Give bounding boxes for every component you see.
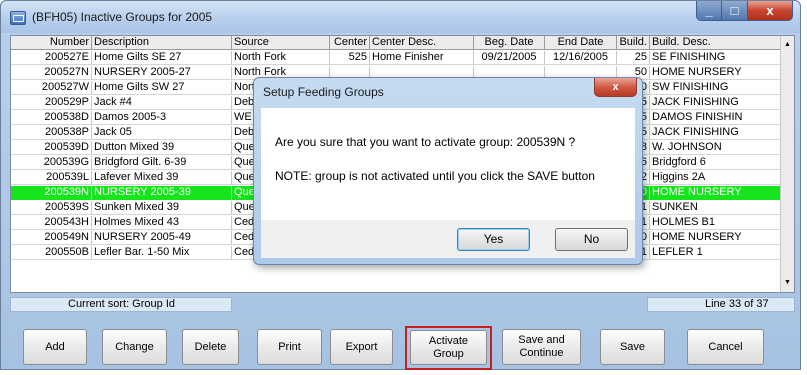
cell-number: 200539D: [11, 141, 92, 155]
cell-build-desc: W. JOHNSON: [650, 141, 781, 155]
cell-description: Home Gilts SW 27: [92, 81, 232, 95]
vertical-scrollbar[interactable]: ▲ ▼: [780, 36, 794, 292]
confirm-dialog: Setup Feeding Groups x Are you sure that…: [253, 77, 643, 265]
cell-number: 200539S: [11, 201, 92, 215]
grid-header: Number Description Source Center Center …: [11, 36, 781, 50]
scroll-up-icon[interactable]: ▲: [782, 38, 793, 52]
cell-number: 200527E: [11, 51, 92, 65]
delete-button[interactable]: Delete: [182, 329, 239, 365]
cell-number: 200529P: [11, 96, 92, 110]
table-row[interactable]: 200527E Home Gilts SE 27 North Fork 525 Home…: [11, 51, 781, 65]
cell-number: 200539G: [11, 156, 92, 170]
cell-description: Jack #4: [92, 96, 232, 110]
cell-number: 200549N: [11, 231, 92, 245]
cell-build-desc: HOME NURSERY: [650, 66, 781, 80]
current-sort-status: Current sort: Group Id: [10, 297, 232, 312]
cell-build: 25: [617, 51, 650, 65]
cell-build-desc: JACK FINISHING: [650, 96, 781, 110]
cell-build-desc: SW FINISHING: [650, 81, 781, 95]
cell-number: 200539N: [11, 186, 92, 200]
cell-build-desc: HOLMES B1: [650, 216, 781, 230]
dialog-close-button[interactable]: x: [594, 78, 637, 97]
yes-button[interactable]: Yes: [457, 228, 530, 251]
dialog-footer: Yes No: [261, 220, 635, 258]
dialog-question: Are you sure that you want to activate g…: [275, 135, 576, 149]
add-button[interactable]: Add: [23, 329, 87, 365]
save-and-continue-button[interactable]: Save and Continue: [502, 329, 581, 365]
cell-description: Holmes Mixed 43: [92, 216, 232, 230]
cell-description: Home Gilts SE 27: [92, 51, 232, 65]
cell-description: Lafever Mixed 39: [92, 171, 232, 185]
minimize-button[interactable]: _: [696, 1, 722, 21]
cell-build-desc: HOME NURSERY: [650, 231, 781, 245]
dialog-note: NOTE: group is not activated until you c…: [275, 169, 595, 183]
cell-build-desc: JACK FINISHING: [650, 126, 781, 140]
close-button[interactable]: x: [748, 1, 793, 21]
cell-build-desc: SE FINISHING: [650, 51, 781, 65]
cell-description: NURSERY 2005-27: [92, 66, 232, 80]
dialog-body: Are you sure that you want to activate g…: [261, 108, 635, 220]
cell-description: NURSERY 2005-39: [92, 186, 232, 200]
cell-build-desc: SUNKEN: [650, 201, 781, 215]
cell-number: 200538D: [11, 111, 92, 125]
maximize-button[interactable]: □: [722, 1, 748, 21]
cell-number: 200538P: [11, 126, 92, 140]
col-header-source[interactable]: Source: [232, 36, 330, 50]
cell-center-desc: Home Finisher: [370, 51, 474, 65]
cell-source: North Fork: [232, 51, 330, 65]
cell-description: NURSERY 2005-49: [92, 231, 232, 245]
line-count-status: Line 33 of 37: [647, 297, 795, 312]
col-header-center-desc[interactable]: Center Desc.: [370, 36, 474, 50]
dialog-title: Setup Feeding Groups: [263, 85, 384, 99]
cell-number: 200550B: [11, 246, 92, 260]
cell-description: Jack 05: [92, 126, 232, 140]
cell-build-desc: DAMOS FINISHIN: [650, 111, 781, 125]
cell-number: 200527W: [11, 81, 92, 95]
cell-description: Damos 2005-3: [92, 111, 232, 125]
col-header-build-desc[interactable]: Build. Desc.: [650, 36, 781, 50]
col-header-center[interactable]: Center: [330, 36, 370, 50]
col-header-end-date[interactable]: End Date: [545, 36, 617, 50]
cell-build-desc: Higgins 2A: [650, 171, 781, 185]
window-title: (BFH05) Inactive Groups for 2005: [32, 10, 213, 24]
title-bar[interactable]: (BFH05) Inactive Groups for 2005 _ □ x: [1, 1, 800, 33]
cell-center: 525: [330, 51, 370, 65]
col-header-number[interactable]: Number: [11, 36, 92, 50]
cell-description: Dutton Mixed 39: [92, 141, 232, 155]
activate-group-button[interactable]: Activate Group: [410, 330, 487, 365]
change-button[interactable]: Change: [102, 329, 167, 365]
app-icon: [10, 11, 26, 25]
cell-build-desc: Bridgford 6: [650, 156, 781, 170]
cell-description: Sunken Mixed 39: [92, 201, 232, 215]
cell-number: 200539L: [11, 171, 92, 185]
cell-end-date: 12/16/2005: [545, 51, 617, 65]
cancel-button[interactable]: Cancel: [687, 329, 764, 365]
cell-description: Lefler Bar. 1-50 Mix: [92, 246, 232, 260]
save-button[interactable]: Save: [600, 329, 665, 365]
cell-build-desc: LEFLER 1: [650, 246, 781, 260]
col-header-build[interactable]: Build.: [617, 36, 650, 50]
no-button[interactable]: No: [555, 228, 628, 251]
cell-build-desc: HOME NURSERY: [650, 186, 781, 200]
cell-number: 200527N: [11, 66, 92, 80]
scroll-down-icon[interactable]: ▼: [782, 276, 793, 290]
print-button[interactable]: Print: [257, 329, 322, 365]
window-controls: _ □ x: [696, 1, 793, 21]
cell-description: Bridgford Gilt. 6-39: [92, 156, 232, 170]
cell-beg-date: 09/21/2005: [474, 51, 545, 65]
col-header-beg-date[interactable]: Beg. Date: [474, 36, 545, 50]
col-header-description[interactable]: Description: [92, 36, 232, 50]
cell-number: 200543H: [11, 216, 92, 230]
export-button[interactable]: Export: [330, 329, 393, 365]
